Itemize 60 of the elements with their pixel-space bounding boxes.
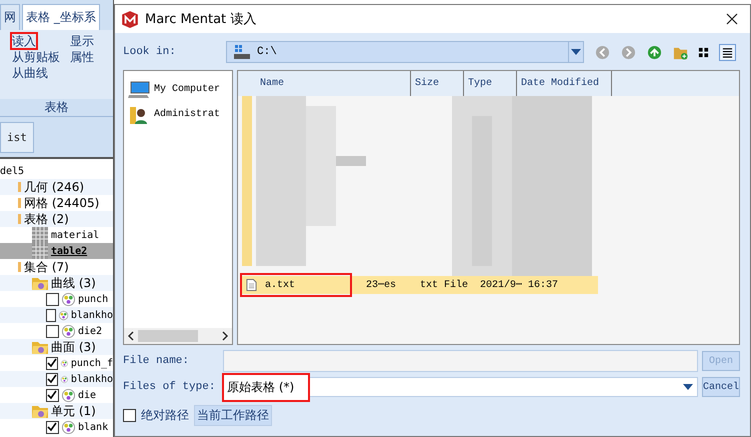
place-item[interactable]: My Computer	[154, 84, 220, 95]
dots-icon	[62, 292, 75, 306]
close-icon	[726, 13, 738, 25]
dots-icon	[58, 308, 68, 322]
tree-item[interactable]: punch_f	[70, 358, 113, 368]
ribbon-item[interactable]: 显示	[70, 34, 94, 48]
work-path-button[interactable]: 当前工作路径	[194, 405, 272, 426]
tree-item[interactable]: 集合 (7)	[24, 259, 69, 275]
place-item[interactable]: Administrat	[154, 109, 220, 120]
up-arrow-icon[interactable]	[647, 44, 662, 60]
dots-icon	[62, 388, 75, 402]
checkbox[interactable]	[123, 409, 136, 422]
cancel-button[interactable]: Cancel	[702, 377, 740, 397]
field-label: Files of type:	[123, 381, 216, 393]
checkbox[interactable]	[46, 356, 58, 370]
checkbox-label: 绝对路径	[141, 407, 189, 424]
look-in-dropdown[interactable]: C:\	[226, 41, 584, 63]
detail-view-button[interactable]	[719, 44, 736, 60]
field-label: File name:	[123, 355, 190, 367]
checkbox[interactable]	[46, 372, 58, 386]
user-folder-icon	[128, 106, 150, 124]
tree-item[interactable]: del5	[0, 166, 24, 176]
checkbox[interactable]	[46, 292, 59, 306]
tree-item[interactable]: punch	[78, 294, 108, 304]
table-icon	[32, 227, 48, 243]
list-icon	[722, 46, 733, 58]
app-logo-icon	[121, 10, 139, 28]
computer-icon	[128, 80, 150, 98]
ribbon-tab[interactable]: 网	[0, 4, 20, 30]
file-name-field[interactable]	[223, 350, 698, 372]
ribbon-group-label: 表格	[44, 100, 68, 114]
ribbon-item[interactable]: 读入	[12, 34, 36, 48]
file-row[interactable]: a.txt 23⋯es txt File 2021/9⋯ 16:37	[240, 276, 598, 294]
dots-icon	[62, 420, 75, 434]
drive-icon	[233, 44, 251, 60]
scrollbar-thumb[interactable]	[138, 330, 198, 342]
dots-icon	[62, 324, 75, 338]
checkbox[interactable]	[46, 388, 59, 402]
checkbox[interactable]	[46, 324, 59, 338]
document-icon	[246, 278, 257, 292]
ribbon-item[interactable]: 从曲线	[12, 66, 48, 80]
checkbox[interactable]	[46, 420, 59, 434]
caret-icon	[571, 49, 581, 55]
tree-item[interactable]: 网格 (24405)	[24, 195, 100, 211]
ribbon-tab[interactable]: 表格 _坐标系	[22, 4, 100, 30]
caret-icon	[683, 384, 693, 390]
field-label: Look in:	[123, 46, 177, 58]
window-title: Marc Mentat 读入	[145, 11, 258, 28]
table-icon	[32, 243, 48, 259]
scroll-left-icon[interactable]	[127, 331, 135, 341]
scroll-right-icon[interactable]	[221, 331, 229, 341]
grid-icon	[698, 46, 709, 58]
ribbon-item[interactable]: 从剪贴板	[12, 50, 60, 64]
ribbon-item[interactable]: 属性	[70, 50, 94, 64]
tree-item[interactable]: material	[51, 230, 100, 240]
tree-item[interactable]: blank	[78, 422, 108, 432]
tree-item[interactable]: die2	[78, 326, 102, 336]
tree-item[interactable]: die	[78, 390, 96, 400]
panel-tab[interactable]: ist	[0, 122, 34, 153]
checkbox[interactable]	[46, 308, 56, 322]
